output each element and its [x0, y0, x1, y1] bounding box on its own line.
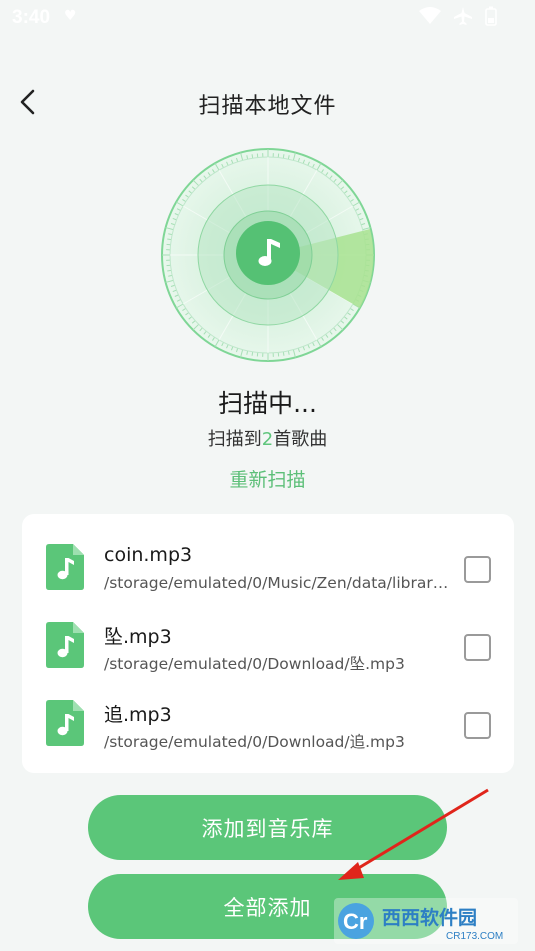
file-name: coin.mp3: [104, 544, 193, 566]
airplane-icon: [454, 7, 472, 25]
heart-icon: ♥: [64, 8, 77, 24]
file-row[interactable]: 坠.mp3 /storage/emulated/0/Download/坠.mp3: [22, 598, 514, 676]
scan-count-prefix: 扫描到: [207, 429, 262, 450]
rescan-link[interactable]: 重新扫描: [0, 465, 535, 492]
battery-icon: [485, 6, 497, 26]
file-checkbox[interactable]: [464, 634, 491, 661]
file-path: /storage/emulated/0/Download/坠.mp3: [104, 655, 405, 673]
radar-tick: [251, 154, 254, 159]
scan-radar: [161, 148, 375, 362]
status-time: 3:40: [12, 7, 51, 28]
file-path: /storage/emulated/0/Music/Zen/data/libra…: [104, 574, 450, 592]
scan-status-text: 扫描中...: [218, 389, 317, 418]
file-checkbox[interactable]: [464, 556, 491, 583]
watermark-logo: Cr 西西软件园 CR173.COM: [334, 898, 518, 944]
radar-tick: [251, 351, 254, 356]
page-title: 扫描本地文件: [198, 94, 337, 119]
scan-count-number: 2: [261, 429, 274, 450]
music-file-icon: [46, 700, 84, 746]
radar-tick: [282, 154, 285, 159]
file-row[interactable]: coin.mp3 /storage/emulated/0/Music/Zen/d…: [22, 520, 514, 598]
file-checkbox[interactable]: [464, 712, 491, 739]
watermark-site: CR173.COM: [446, 931, 503, 942]
watermark-brand: 西西软件园: [382, 906, 477, 929]
scan-count-text: 扫描到2首歌曲: [0, 425, 535, 451]
file-name: 追.mp3: [104, 704, 172, 726]
radar-tick: [167, 269, 172, 272]
scan-count-suffix: 首歌曲: [273, 429, 328, 450]
file-name: 坠.mp3: [104, 626, 172, 648]
file-row[interactable]: 追.mp3 /storage/emulated/0/Download/追.mp3: [22, 676, 514, 754]
add-to-library-button[interactable]: 添加到音乐库: [88, 795, 447, 860]
top-bar: 扫描本地文件: [0, 72, 535, 132]
status-bar: 3:40 ♥: [0, 0, 535, 36]
music-file-icon: [46, 544, 84, 590]
file-path: /storage/emulated/0/Download/追.mp3: [104, 733, 405, 751]
radar-tick: [167, 238, 172, 241]
radar-tick: [282, 351, 285, 356]
status-icons: [419, 6, 497, 26]
file-list-card: coin.mp3 /storage/emulated/0/Music/Zen/d…: [22, 514, 514, 773]
watermark-letters: Cr: [343, 909, 368, 934]
wifi-icon: [419, 7, 441, 24]
music-file-icon: [46, 622, 84, 668]
